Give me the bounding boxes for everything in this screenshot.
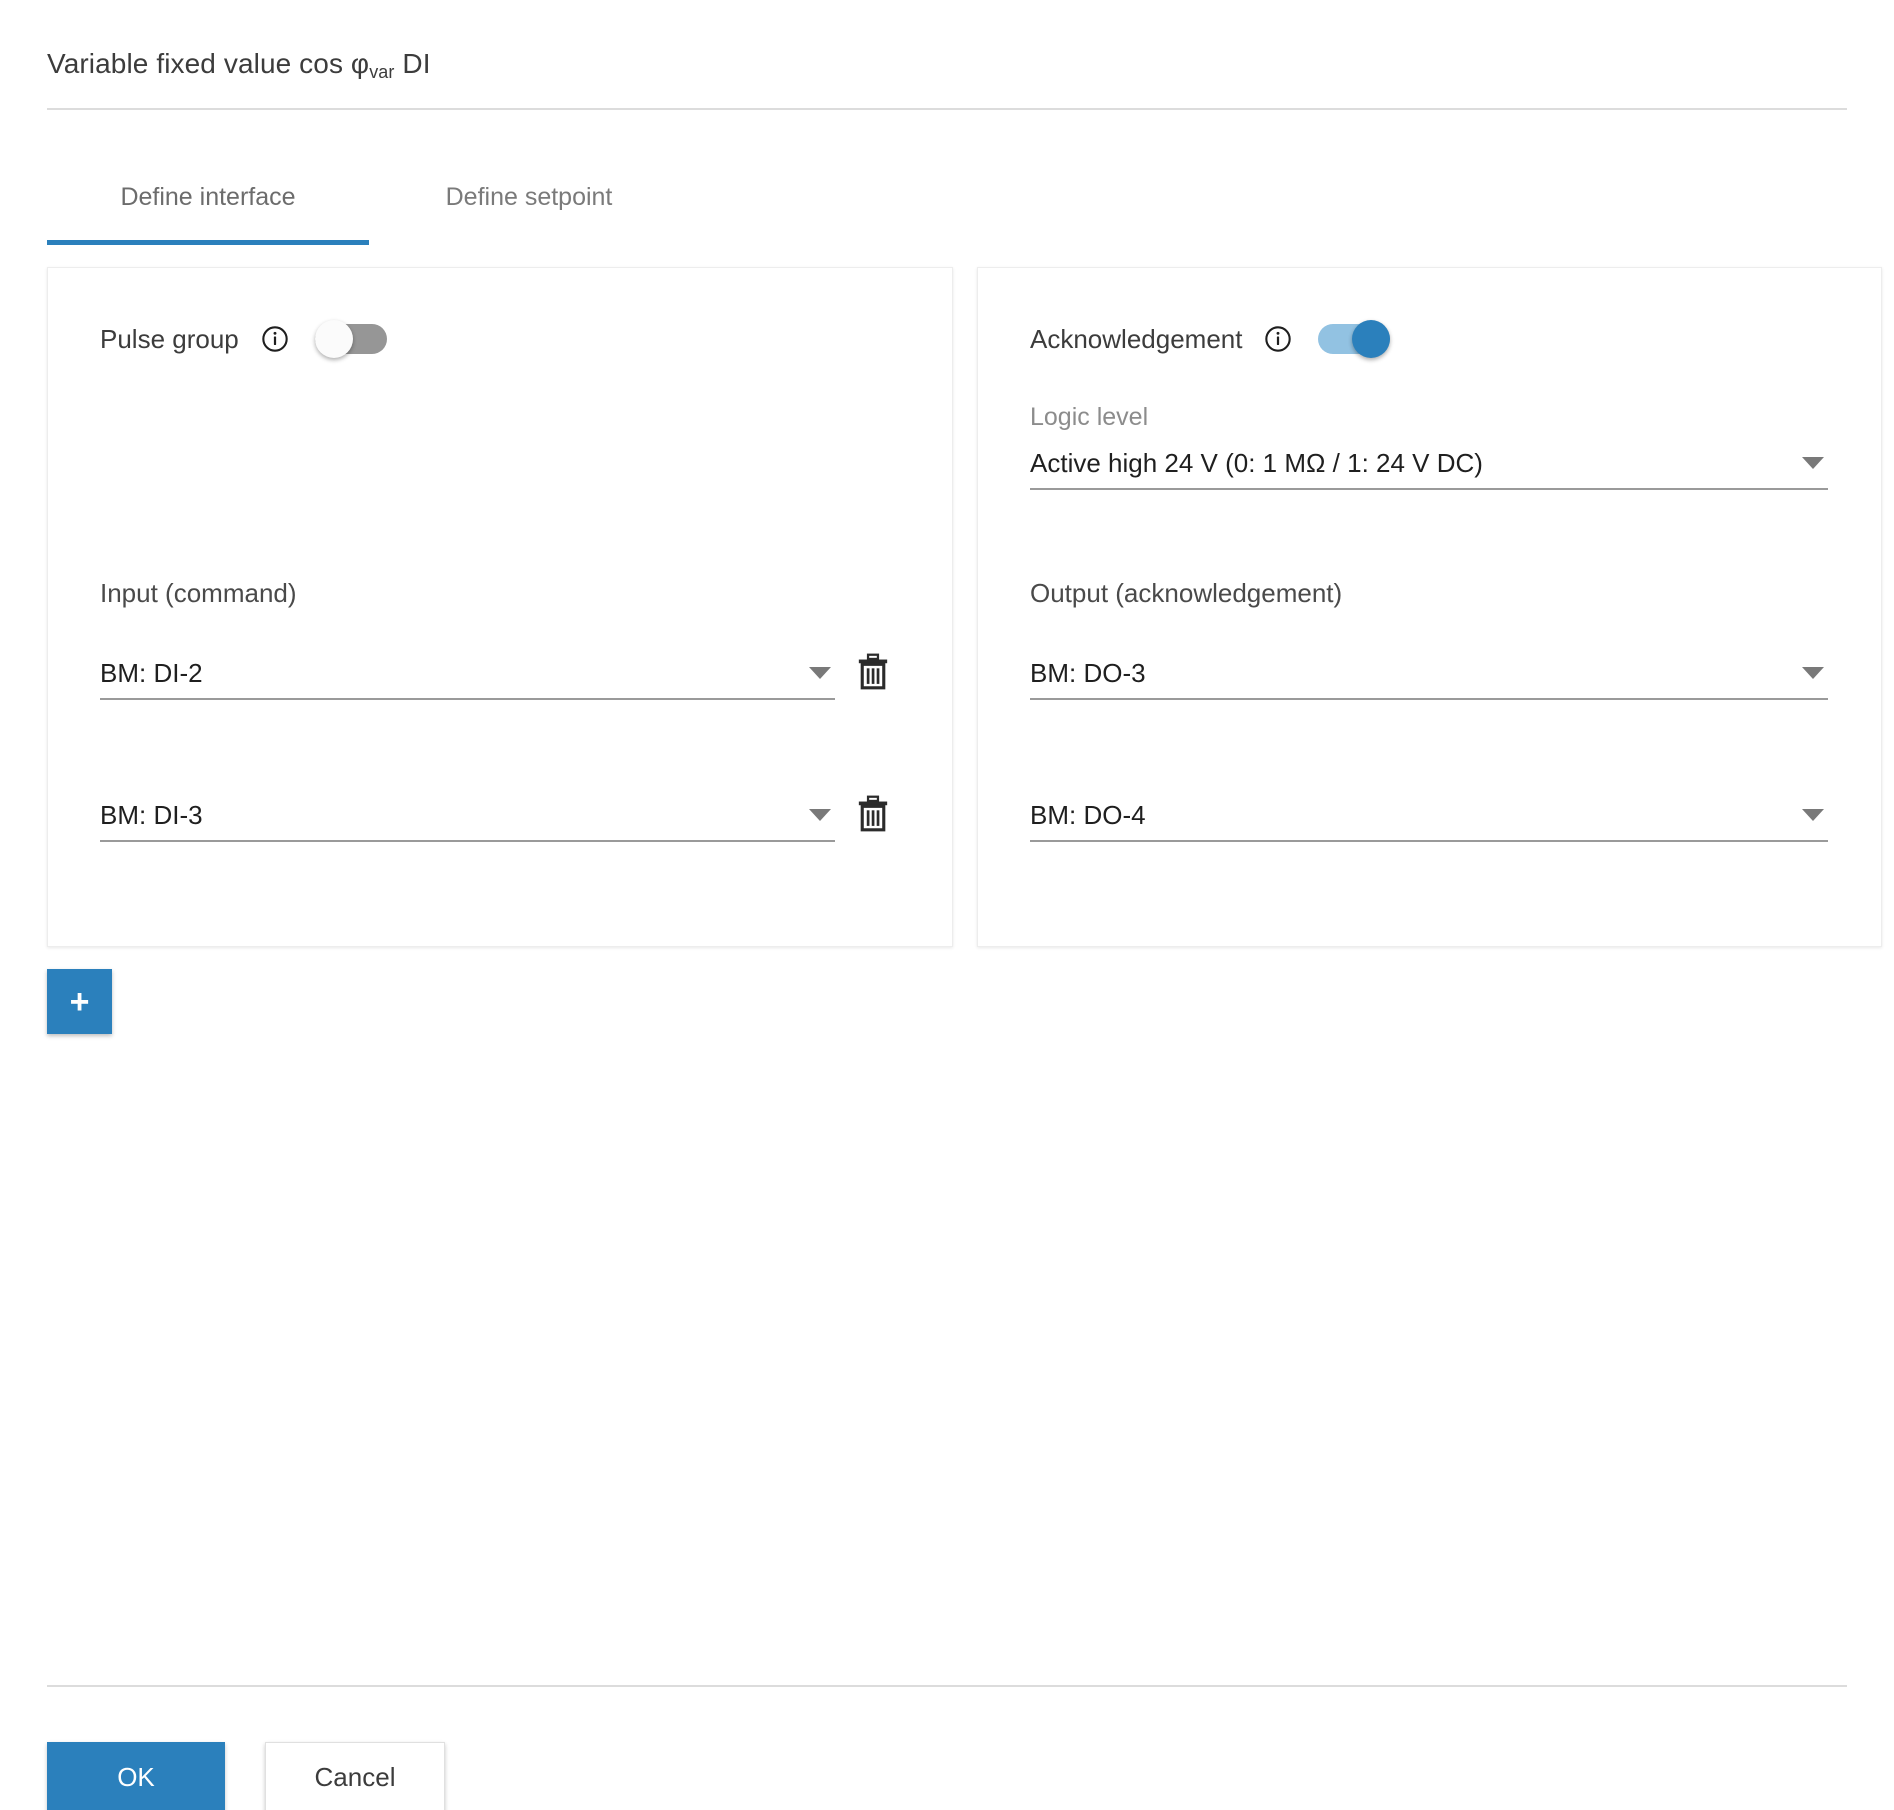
footer-divider [47,1685,1847,1687]
acknowledgement-row: Acknowledgement [1030,315,1391,363]
output-acknowledgement-select-1[interactable]: BM: DO-3 [1030,648,1828,700]
input-command-select-2[interactable]: BM: DI-3 [100,790,835,842]
input-command-select-2-value: BM: DI-3 [100,799,203,830]
tab-define-setpoint[interactable]: Define setpoint [369,150,689,245]
logic-level-value: Active high 24 V (0: 1 MΩ / 1: 24 V DC) [1030,447,1483,478]
input-panel: Pulse group Input (command) BM: DI-2 BM:… [47,267,953,947]
page-title: Variable fixed value cos φvar DI [47,48,431,82]
output-acknowledgement-select-2-value: BM: DO-4 [1030,799,1146,830]
cancel-button[interactable]: Cancel [265,1742,445,1810]
info-circle-icon[interactable] [1264,325,1292,353]
chevron-down-icon [809,809,831,821]
acknowledgement-panel: Acknowledgement Logic level Active high … [977,267,1882,947]
page-title-suffix: DI [394,48,431,79]
input-command-select-1-value: BM: DI-2 [100,657,203,688]
output-acknowledgement-label: Output (acknowledgement) [1030,578,1343,608]
trash-icon [858,795,888,832]
ok-button[interactable]: OK [47,1742,225,1810]
plus-icon: + [69,982,90,1021]
tab-define-interface-label: Define interface [120,183,296,211]
pulse-group-toggle-knob [314,320,353,358]
acknowledgement-toggle-knob [1352,320,1391,358]
pulse-group-toggle[interactable] [314,320,387,358]
delete-input-1-button[interactable] [856,653,890,691]
input-command-field-2: BM: DI-3 [100,790,835,842]
output-acknowledgement-field-2: BM: DO-4 [1030,790,1828,842]
output-acknowledgement-select-2[interactable]: BM: DO-4 [1030,790,1828,842]
acknowledgement-label: Acknowledgement [1030,323,1243,354]
cancel-button-label: Cancel [314,1761,396,1792]
chevron-down-icon [1802,809,1824,821]
pulse-group-row: Pulse group [100,315,387,363]
chevron-down-icon [809,667,831,679]
ok-button-label: OK [117,1761,155,1792]
chevron-down-icon [1802,457,1824,469]
input-command-label: Input (command) [100,578,297,608]
output-acknowledgement-field-1: BM: DO-3 [1030,648,1828,700]
input-command-field-1: BM: DI-2 [100,648,835,700]
acknowledgement-toggle[interactable] [1318,320,1391,358]
logic-level-select[interactable]: Active high 24 V (0: 1 MΩ / 1: 24 V DC) [1030,438,1828,490]
logic-level-label: Logic level [1030,403,1149,431]
dialog-window: Variable fixed value cos φvar DI Define … [0,0,1894,1810]
chevron-down-icon [1802,667,1824,679]
tab-bar: Define interface Define setpoint [47,150,1847,245]
tab-define-interface[interactable]: Define interface [47,150,369,245]
output-acknowledgement-select-1-value: BM: DO-3 [1030,657,1146,688]
title-divider [47,108,1847,110]
page-title-prefix: Variable fixed value cos φ [47,48,370,79]
trash-icon [858,653,888,690]
pulse-group-label: Pulse group [100,323,239,354]
delete-input-2-button[interactable] [856,795,890,833]
page-title-subscript: var [369,62,395,82]
input-command-select-1[interactable]: BM: DI-2 [100,648,835,700]
info-circle-icon[interactable] [261,325,289,353]
logic-level-field: Logic level Active high 24 V (0: 1 MΩ / … [1030,403,1828,490]
tab-define-setpoint-label: Define setpoint [445,183,613,211]
add-row-button[interactable]: + [47,969,112,1034]
